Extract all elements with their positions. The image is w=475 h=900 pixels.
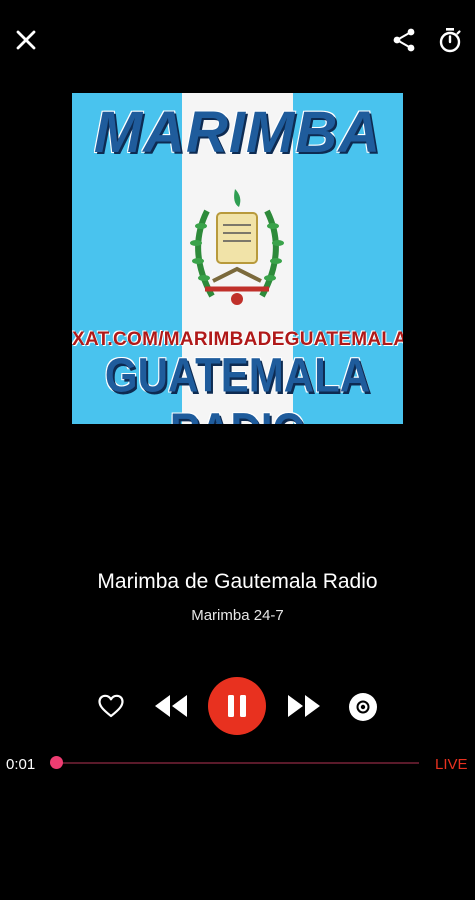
favorite-button[interactable] (97, 692, 125, 720)
record-button[interactable] (347, 691, 379, 723)
live-indicator: LIVE (435, 756, 468, 773)
station-title: Marimba de Gautemala Radio (97, 570, 378, 593)
close-button[interactable] (10, 24, 42, 56)
fast-forward-icon (288, 695, 320, 717)
current-time: 0:01 (6, 756, 36, 773)
share-icon (393, 28, 415, 52)
record-icon (349, 693, 377, 721)
station-subtitle: Marimba 24-7 (191, 607, 284, 624)
coat-of-arms-emblem (190, 189, 284, 305)
artwork-subtitle: GUATEMALA RADIO (104, 347, 371, 424)
player-controls (0, 676, 475, 736)
pause-button[interactable] (208, 677, 266, 735)
pause-icon (228, 695, 246, 717)
top-bar (0, 0, 475, 80)
station-artwork: MARIMBA XAT.COM/MARIMBADEGUATEMALA GUATE… (72, 93, 403, 424)
share-button[interactable] (388, 24, 420, 56)
progress-row: 0:01 LIVE (0, 748, 475, 778)
progress-track[interactable] (57, 762, 419, 764)
fast-forward-button[interactable] (284, 690, 324, 722)
sleep-timer-icon (439, 28, 461, 53)
close-icon (16, 30, 36, 50)
progress-thumb[interactable] (50, 756, 63, 769)
heart-icon (98, 694, 124, 718)
artwork-title: MARIMBA (93, 100, 382, 165)
sleep-timer-button[interactable] (434, 24, 466, 56)
rewind-button[interactable] (151, 690, 191, 722)
rewind-icon (155, 695, 187, 717)
